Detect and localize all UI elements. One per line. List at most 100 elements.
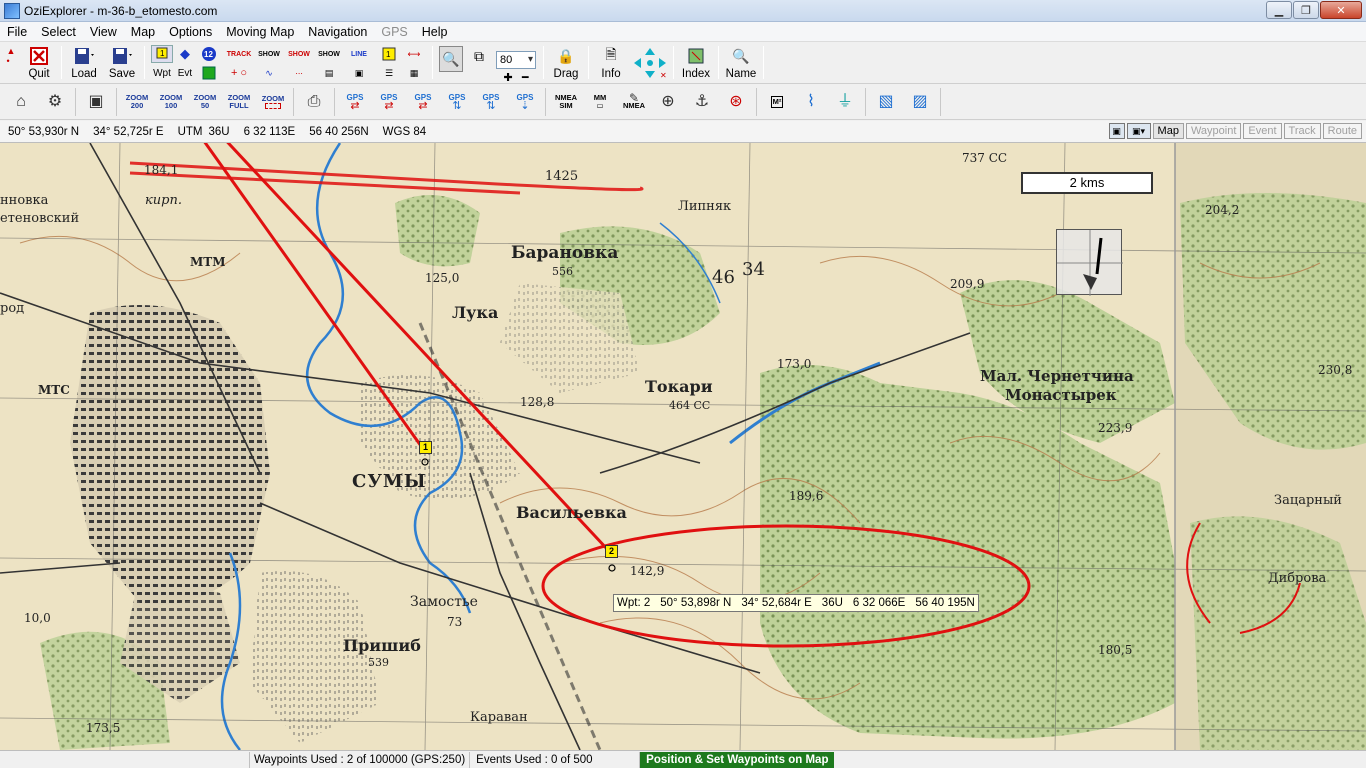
map-label-kirp: кирп. <box>145 193 182 208</box>
profile-chart-icon[interactable]: ⌇ <box>794 87 828 117</box>
menu-navigation[interactable]: Navigation <box>301 22 374 42</box>
green-square-icon[interactable] <box>197 64 221 82</box>
view-tabs: ▣ ▣▾ Map Waypoint Event Track Route <box>1108 123 1362 139</box>
zoom-tool-button[interactable]: 🔍 <box>436 42 466 83</box>
menu-file[interactable]: File <box>0 22 34 42</box>
map-import-icon[interactable]: ▨ <box>903 87 937 117</box>
toolbar-separator <box>763 46 764 79</box>
status-spacer <box>0 751 250 768</box>
map-properties-icon[interactable]: ⌂ <box>4 87 38 117</box>
save-view-icon[interactable]: ▣▾ <box>1126 123 1151 139</box>
status-events: Events Used : 0 of 500 <box>470 751 641 768</box>
zoom-200-button[interactable]: ZOOM 200 <box>120 87 154 117</box>
map-image-icon[interactable]: ▣ <box>79 87 113 117</box>
menu-gps[interactable]: GPS <box>374 22 414 42</box>
map-label-tenovsky: етеновский <box>0 211 80 226</box>
route-show-button[interactable]: SHOW <box>257 45 281 63</box>
menu-moving-map[interactable]: Moving Map <box>219 22 301 42</box>
window-icon-button[interactable]: ⧉ <box>466 42 492 83</box>
maximize-button[interactable]: ❐ <box>1293 1 1319 19</box>
menu-help[interactable]: Help <box>415 22 455 42</box>
show-map-icon[interactable]: ▣ <box>342 64 376 82</box>
svg-text:✕: ✕ <box>660 71 667 80</box>
measure-icon[interactable]: ⟷ <box>402 45 426 63</box>
area-button[interactable]: M² <box>760 87 794 117</box>
info-button[interactable]: 🗎 Info <box>592 42 630 83</box>
toolbar-separator <box>116 87 117 116</box>
minimize-button[interactable]: ▁ <box>1266 1 1292 19</box>
track-show-button[interactable]: SHOW <box>282 45 316 63</box>
tab-route[interactable]: Route <box>1322 123 1362 139</box>
zoom-100-button[interactable]: ZOOM 100 <box>154 87 188 117</box>
image-view-icon[interactable]: ▣ <box>1108 123 1125 139</box>
info-icon: 🗎 <box>605 46 617 62</box>
main-toolbar: ▲ • Quit Load Save 1 ◆ 12 TRACK SHOW SHOW… <box>0 42 1366 84</box>
quit-button[interactable]: Quit <box>20 42 58 83</box>
route-icon[interactable]: ∿ <box>257 64 281 82</box>
anchor-icon[interactable]: ⚓ <box>685 87 719 117</box>
name-label: Name <box>725 68 757 80</box>
gps-upload-wpt-icon[interactable]: GPS ⇄ <box>338 87 372 117</box>
menu-options[interactable]: Options <box>162 22 219 42</box>
plus-point-icon[interactable]: + ○ <box>222 64 256 82</box>
nmea-button[interactable]: ✎ NMEA <box>617 87 651 117</box>
track-dots-icon[interactable]: ∙∙∙ <box>282 64 316 82</box>
moving-map-button[interactable]: MM ▭ <box>583 87 617 117</box>
filter-icon[interactable]: ⏚ <box>828 87 862 117</box>
menu-bar: File Select View Map Options Moving Map … <box>0 22 1366 42</box>
map-elev-1841: 184,1 <box>144 163 179 177</box>
gps-track-down-icon[interactable]: GPS ⇅ <box>474 87 508 117</box>
zoom-box-button[interactable]: ZOOM <box>256 87 290 117</box>
map-elev-539: 539 <box>368 656 389 669</box>
map-label-73: 73 <box>447 615 463 629</box>
lifebuoy-icon[interactable]: ⊛ <box>719 87 753 117</box>
track-button[interactable]: TRACK <box>222 45 256 63</box>
grid-icon[interactable]: ▦ <box>402 64 426 82</box>
pan-button[interactable]: ✕ <box>630 42 670 83</box>
wpt-list-icon[interactable]: 1 <box>377 45 401 63</box>
menu-map[interactable]: Map <box>124 22 162 42</box>
tab-event[interactable]: Event <box>1243 123 1282 139</box>
drag-button[interactable]: 🔒 Drag <box>547 42 585 83</box>
print-icon[interactable]: ⎙ <box>297 87 331 117</box>
tab-waypoint[interactable]: Waypoint <box>1185 123 1242 139</box>
map-elev-100: 10,0 <box>24 611 51 625</box>
tab-map[interactable]: Map <box>1152 123 1184 139</box>
wpt-label: Wpt <box>153 67 171 79</box>
load-button[interactable]: Load <box>65 42 103 83</box>
menu-select[interactable]: Select <box>34 22 83 42</box>
zoom-level-input[interactable]: 80 <box>496 51 536 69</box>
diamond-icon[interactable]: ◆ <box>174 45 196 63</box>
save-button[interactable]: Save <box>103 42 141 83</box>
gps-track-icon[interactable]: GPS ⇅ <box>440 87 474 117</box>
map-label-sumy: СУМЫ <box>352 471 427 492</box>
gps-route-icon[interactable]: GPS ⇄ <box>406 87 440 117</box>
zoom-full-button[interactable]: ZOOM FULL <box>222 87 256 117</box>
waypoint-2-marker[interactable]: 2 <box>605 545 618 558</box>
map-export-icon[interactable]: ▧ <box>869 87 903 117</box>
tab-track[interactable]: Track <box>1283 123 1321 139</box>
show-icon[interactable]: ▤ <box>317 64 341 82</box>
map-canvas[interactable]: Барановка СУМЫ Васильевка Токари Замость… <box>0 143 1366 750</box>
line-button[interactable]: LINE <box>342 45 376 63</box>
menu-view[interactable]: View <box>83 22 124 42</box>
name-search-button[interactable]: 🔍 Name <box>722 42 760 83</box>
map-calibrate-icon[interactable]: ⚙ <box>38 87 72 117</box>
event-12-icon[interactable]: 12 <box>197 45 221 63</box>
show-all-button[interactable]: SHOW <box>317 45 341 63</box>
crosshair-icon[interactable]: ⊕ <box>651 87 685 117</box>
zoom-50-button[interactable]: ZOOM 50 <box>188 87 222 117</box>
gps-event-icon[interactable]: GPS ⇣ <box>508 87 542 117</box>
index-label: Index <box>681 68 711 80</box>
zoom-in-out-buttons[interactable]: ✚ ━ <box>503 71 528 84</box>
gps-download-wpt-icon[interactable]: GPS ⇄ <box>372 87 406 117</box>
map-label-lipnyak: Липняк <box>678 199 732 214</box>
list-icon[interactable]: ☰ <box>377 64 401 82</box>
wpt-button[interactable]: 1 <box>151 45 173 63</box>
waypoint-1-marker[interactable]: 1 <box>419 441 432 454</box>
nmea-sim-button[interactable]: NMEA SIM <box>549 87 583 117</box>
map-label-737: 737 СС <box>962 151 1008 165</box>
quit-label: Quit <box>28 68 50 80</box>
index-button[interactable]: Index <box>677 42 715 83</box>
close-button[interactable]: ✕ <box>1320 1 1362 19</box>
